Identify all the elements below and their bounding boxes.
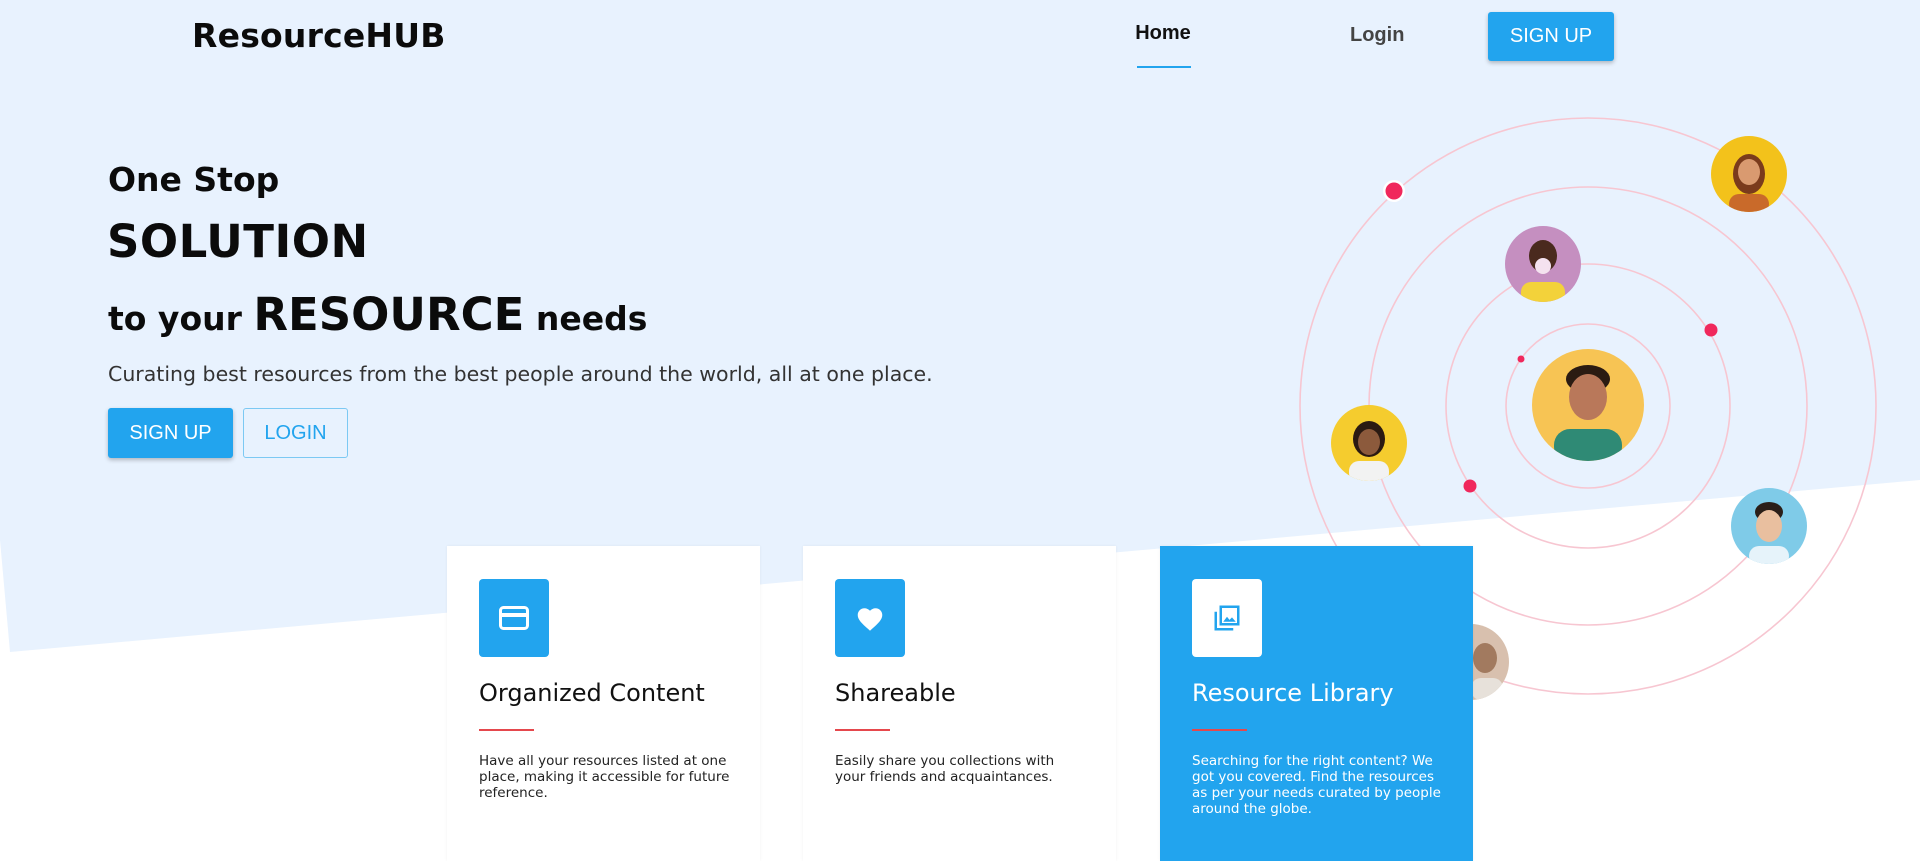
feature-card-library: Resource Library Searching for the right… [1160,546,1473,861]
feature-divider [1192,729,1247,731]
feature-description: Easily share you collections with your f… [835,753,1055,785]
hero-tagline-emphasis: RESOURCE [253,288,525,341]
hero-tagline-bottom: to your RESOURCE needs [108,288,647,341]
photo-library-icon [1192,579,1262,657]
hero-signup-button[interactable]: SIGN UP [108,408,233,458]
feature-card-organized: Organized Content Have all your resource… [447,546,760,861]
feature-description: Searching for the right content? We got … [1192,753,1441,817]
feature-divider [835,729,890,731]
nav-active-indicator [1137,66,1191,68]
nav-signup-button[interactable]: SIGN UP [1488,12,1614,61]
hero-subtitle: Curating best resources from the best pe… [108,362,933,386]
hero-login-button[interactable]: LOGIN [243,408,348,458]
avatar-woman-yellow [1711,136,1787,212]
hero-tagline-pre: to your [108,299,254,338]
brand-logo[interactable]: ResourceHUB [192,16,446,55]
heart-icon [835,579,905,657]
feature-divider [479,729,534,731]
feature-title: Shareable [835,679,956,707]
hero-headline: SOLUTION [107,215,369,268]
feature-description: Have all your resources listed at one pl… [479,753,730,801]
hero-tagline-top: One Stop [108,160,280,199]
avatar-man-right [1731,488,1807,564]
avatar-woman-left [1331,405,1407,481]
feature-title: Organized Content [479,679,705,707]
avatar-main-man [1532,349,1644,461]
credit-card-icon [479,579,549,657]
nav-home-link[interactable]: Home [1125,22,1201,45]
nav-login-link[interactable]: Login [1350,24,1404,47]
feature-title: Resource Library [1192,679,1394,707]
avatar-bubblegum [1505,226,1581,302]
feature-card-shareable: Shareable Easily share you collections w… [803,546,1116,861]
hero-tagline-post: needs [524,299,648,338]
